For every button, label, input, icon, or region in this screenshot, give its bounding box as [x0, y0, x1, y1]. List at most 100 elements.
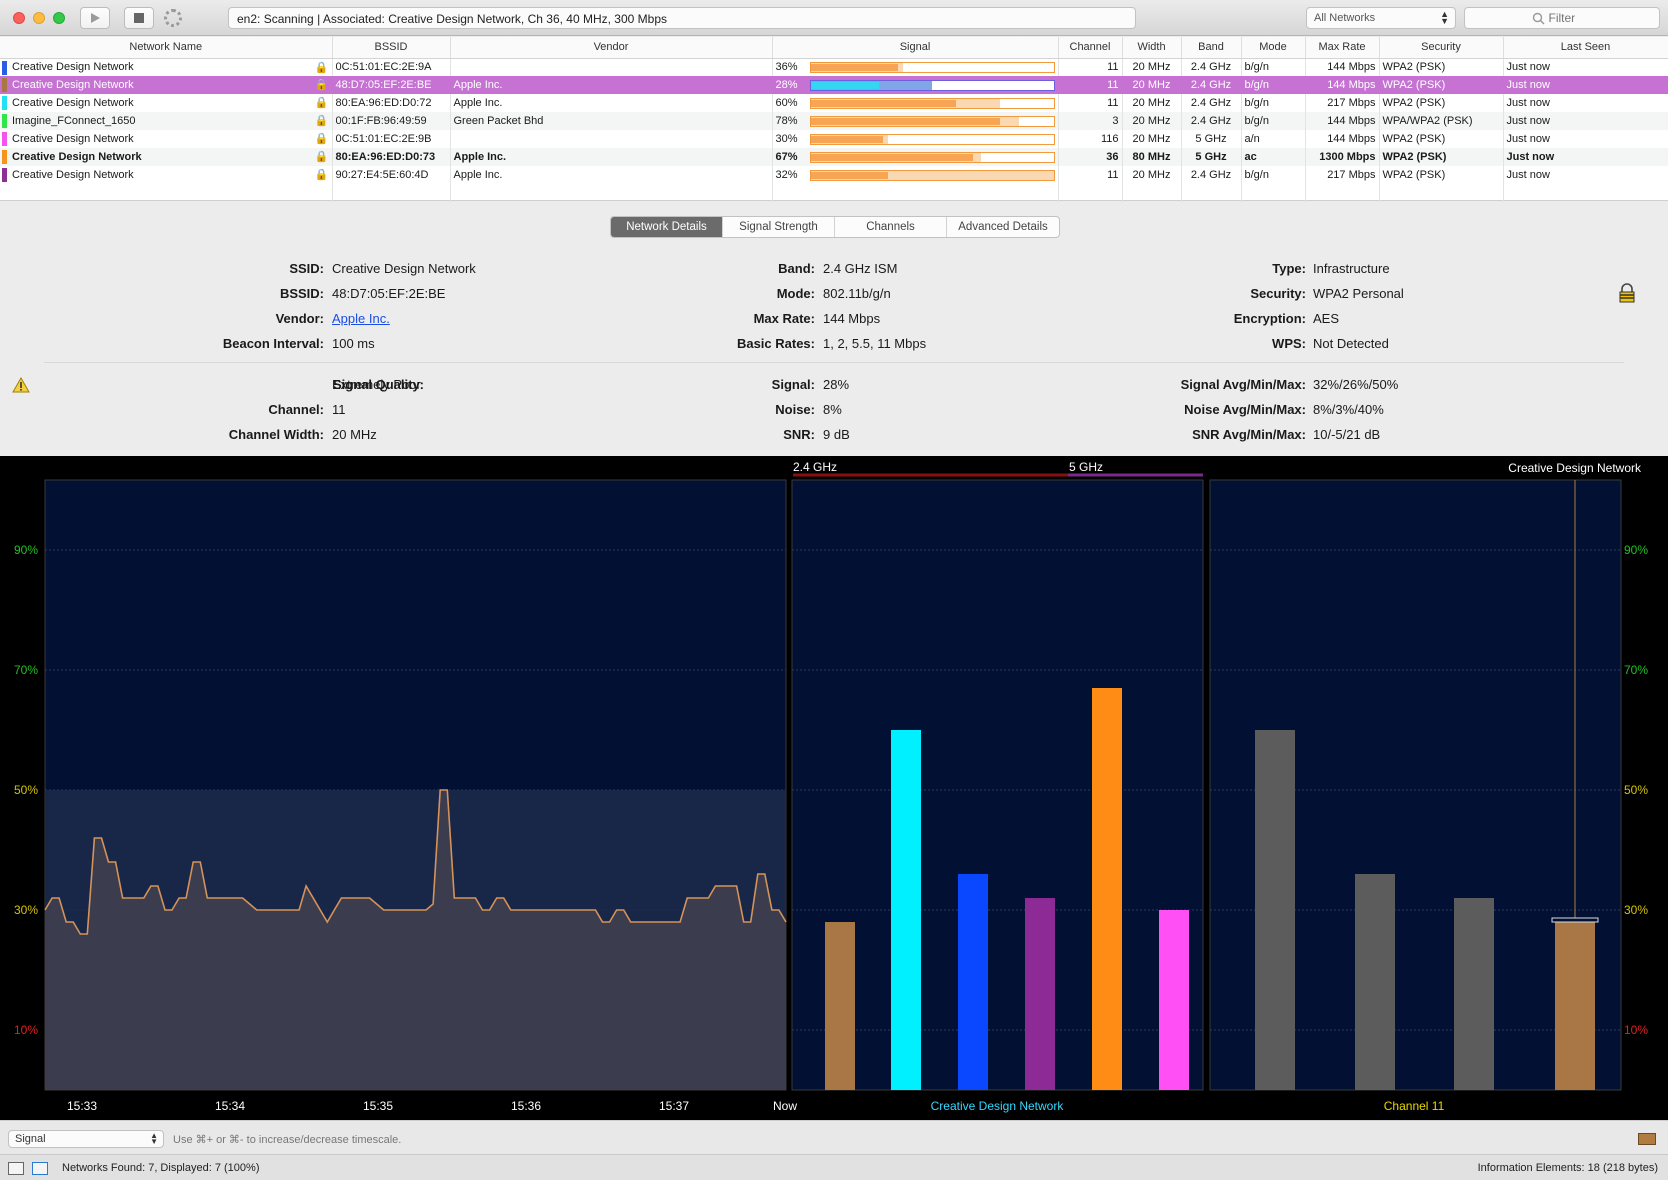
- channel-bars-title: Creative Design Network: [1508, 461, 1642, 475]
- tab-network-details[interactable]: Network Details: [611, 217, 723, 237]
- cell-signal: 32%: [772, 166, 1059, 184]
- cell-signal: 36%: [772, 58, 1059, 76]
- vendor-link[interactable]: Apple Inc.: [332, 311, 390, 326]
- signal-charts: 90% 90% 70% 70% 50% 50% 30% 30% 10% 10% 15:33 15:34…: [0, 456, 1668, 1120]
- cell-last-seen: Just now: [1503, 130, 1668, 148]
- cell-max-rate: 1300 Mbps: [1305, 148, 1380, 166]
- signal-bar-current: [810, 171, 889, 179]
- table-row[interactable]: Creative Design Network 🔒 80:EA:96:ED:D0:7…: [0, 148, 1668, 166]
- signal-percent: 60%: [775, 97, 798, 109]
- network-color-swatch: [2, 78, 7, 92]
- detail-label: Channel Width:: [228, 427, 324, 442]
- cell-network-name: Creative Design Network 🔒: [0, 130, 333, 148]
- column-header-band[interactable]: Band: [1181, 37, 1242, 59]
- filter-input[interactable]: [1548, 11, 1593, 25]
- column-header-last-seen[interactable]: Last Seen: [1503, 37, 1668, 59]
- network-signal-bar: [958, 874, 988, 1090]
- table-row[interactable]: Imagine_FConnect_1650 🔒 00:1F:FB:96:49:59 G…: [0, 112, 1668, 130]
- warning-icon: [12, 377, 30, 393]
- cell-bssid: 80:EA:96:ED:D0:73: [332, 148, 451, 166]
- table-row[interactable]: Creative Design Network 🔒 0C:51:01:EC:2E:9…: [0, 58, 1668, 76]
- details-divider: [44, 362, 1624, 363]
- stop-button[interactable]: [124, 7, 154, 29]
- cell-max-rate: 144 Mbps: [1305, 76, 1380, 94]
- play-icon: [91, 13, 100, 23]
- filter-field[interactable]: [1464, 7, 1660, 29]
- network-filter-select[interactable]: All Networks ▲ ▼: [1306, 7, 1456, 29]
- layout-split-icon[interactable]: [8, 1162, 24, 1175]
- column-header-channel[interactable]: Channel: [1058, 37, 1123, 59]
- cell-band: 2.4 GHz: [1181, 94, 1242, 112]
- chart-controls-bar: Signal ▲ ▼ Use ⌘+ or ⌘- to increase/decre…: [0, 1120, 1668, 1154]
- network-signal-bar: [1092, 688, 1122, 1090]
- tab-advanced-details[interactable]: Advanced Details: [947, 217, 1059, 237]
- network-signal-bar: [1159, 910, 1189, 1090]
- series-color-swatch[interactable]: [1638, 1133, 1656, 1145]
- network-name-text: Creative Design Network: [12, 151, 142, 163]
- network-color-swatch: [2, 132, 7, 146]
- signal-bar: [809, 133, 1055, 145]
- signal-charts-canvas: 90% 90% 70% 70% 50% 50% 30% 30% 10% 10% 15:33 15:34…: [14, 460, 1648, 1113]
- y-tick-label-right: 30%: [1624, 903, 1648, 917]
- cell-network-name: Imagine_FConnect_1650 🔒: [0, 112, 333, 130]
- cell-security: WPA2 (PSK): [1379, 166, 1504, 184]
- network-name-text: Creative Design Network: [12, 133, 134, 145]
- layout-bottom-panel-icon[interactable]: [32, 1162, 48, 1175]
- cell-vendor: [450, 58, 773, 76]
- table-row[interactable]: Creative Design Network 🔒 90:27:E4:5E:60:4…: [0, 166, 1668, 184]
- column-header-vendor[interactable]: Vendor: [450, 37, 773, 59]
- minimize-window-button[interactable]: [33, 12, 45, 24]
- network-bars-xlabel: Creative Design Network: [931, 1099, 1065, 1113]
- play-button[interactable]: [80, 7, 110, 29]
- tab-signal-strength[interactable]: Signal Strength: [723, 217, 835, 237]
- scan-status-field: en2: Scanning | Associated: Creative Des…: [228, 7, 1136, 29]
- detail-value: Infrastructure: [1313, 261, 1390, 276]
- x-tick-label: 15:34: [215, 1099, 245, 1113]
- detail-label: Encryption:: [1233, 311, 1306, 326]
- channel-signal-bar: [1555, 922, 1595, 1090]
- column-header-bssid[interactable]: BSSID: [332, 37, 451, 59]
- graph-mode-value: Signal: [15, 1133, 46, 1145]
- cell-mode: b/g/n: [1241, 94, 1306, 112]
- cell-bssid: 80:EA:96:ED:D0:72: [332, 94, 451, 112]
- cell-network-name: Creative Design Network 🔒: [0, 76, 333, 94]
- cell-channel: 11: [1058, 94, 1123, 112]
- detail-value: 100 ms: [332, 336, 375, 351]
- cell-last-seen: Just now: [1503, 94, 1668, 112]
- column-header-mode[interactable]: Mode: [1241, 37, 1306, 59]
- signal-bar-current: [810, 99, 957, 107]
- cell-channel: 36: [1058, 148, 1123, 166]
- network-filter-value: All Networks: [1314, 12, 1376, 24]
- cell-security: WPA2 (PSK): [1379, 130, 1504, 148]
- detail-label: BSSID:: [279, 286, 324, 301]
- detail-value: Not Detected: [1313, 336, 1389, 351]
- cell-vendor: Apple Inc.: [450, 148, 773, 166]
- graph-mode-select[interactable]: Signal ▲ ▼: [8, 1130, 164, 1148]
- column-header-network-name[interactable]: Network Name: [0, 37, 333, 59]
- table-row[interactable]: Creative Design Network 🔒 0C:51:01:EC:2E:9…: [0, 130, 1668, 148]
- cell-signal: 78%: [772, 112, 1059, 130]
- stop-icon: [134, 13, 144, 23]
- cell-network-name: Creative Design Network 🔒: [0, 94, 333, 112]
- detail-label: SSID:: [289, 261, 324, 276]
- table-row[interactable]: Creative Design Network 🔒 48:D7:05:EF:2E:B…: [0, 76, 1668, 94]
- lock-icon: 🔒: [314, 115, 329, 127]
- cell-max-rate: 144 Mbps: [1305, 112, 1380, 130]
- column-header-width[interactable]: Width: [1122, 37, 1182, 59]
- detail-label: Mode:: [776, 286, 815, 301]
- lock-icon: 🔒: [314, 169, 329, 181]
- detail-label: Signal Avg/Min/Max:: [1180, 377, 1306, 392]
- tab-channels[interactable]: Channels: [835, 217, 947, 237]
- column-header-signal[interactable]: Signal: [772, 37, 1059, 59]
- column-header-security[interactable]: Security: [1379, 37, 1504, 59]
- signal-percent: 36%: [775, 61, 798, 74]
- cell-width: 20 MHz: [1122, 130, 1182, 148]
- table-row[interactable]: Creative Design Network 🔒 80:EA:96:ED:D0:7…: [0, 94, 1668, 112]
- table-header: Network Name BSSID Vendor Signal Channel…: [0, 37, 1668, 59]
- cell-signal: 30%: [772, 130, 1059, 148]
- cell-signal: 60%: [772, 94, 1059, 112]
- zoom-window-button[interactable]: [53, 12, 65, 24]
- lock-icon: [1619, 283, 1635, 303]
- column-header-max-rate[interactable]: Max Rate: [1305, 37, 1380, 59]
- close-window-button[interactable]: [13, 12, 25, 24]
